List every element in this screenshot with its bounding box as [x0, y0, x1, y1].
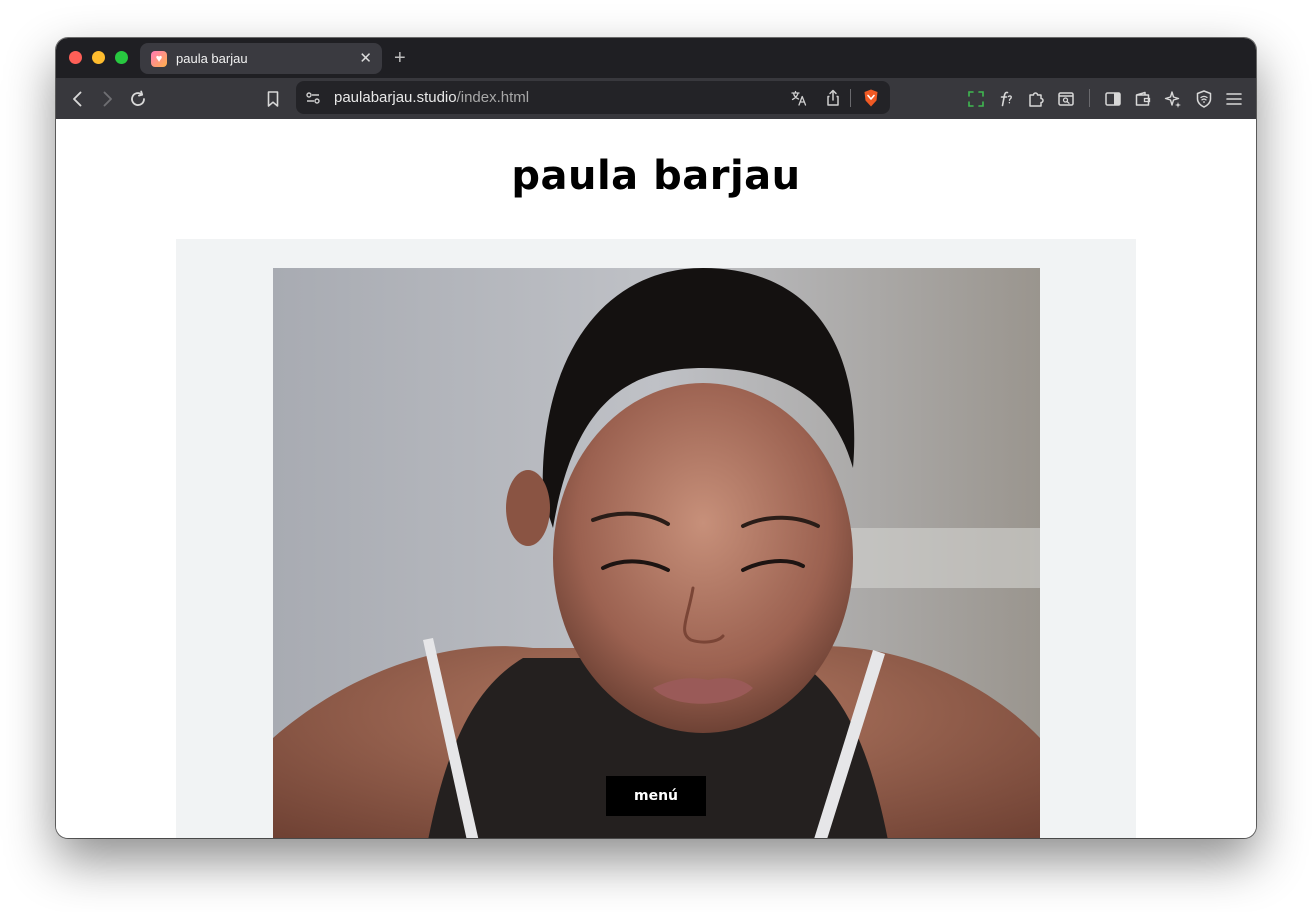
portrait-image [273, 268, 1040, 838]
tab-title: paula barjau [176, 51, 248, 66]
site-settings-icon[interactable] [302, 87, 324, 109]
vpn-icon[interactable] [1193, 88, 1215, 110]
tab-paula-barjau[interactable]: ♥ paula barjau ✕ [140, 43, 382, 74]
brave-shield-icon[interactable] [860, 87, 882, 109]
page-content: paula barjau menú [56, 119, 1256, 838]
forward-arrow-icon[interactable] [96, 88, 118, 110]
toolbar-separator [1089, 89, 1090, 107]
site-favicon-icon: ♥ [151, 50, 167, 67]
tab-strip: ♥ paula barjau ✕ + [56, 38, 1256, 78]
browser-window: ♥ paula barjau ✕ + paulabarjau.studio/in… [56, 38, 1256, 838]
back-arrow-icon[interactable] [67, 88, 89, 110]
window-maximize-button[interactable] [115, 51, 128, 64]
reload-icon[interactable] [127, 88, 149, 110]
share-icon[interactable] [822, 87, 844, 109]
toolbar: paulabarjau.studio/index.html [56, 78, 1256, 119]
font-icon[interactable] [995, 88, 1017, 110]
menu-icon[interactable] [1223, 88, 1245, 110]
new-tab-button[interactable]: + [394, 48, 406, 68]
sidebar-icon[interactable] [1102, 88, 1124, 110]
address-bar[interactable]: paulabarjau.studio/index.html [296, 81, 890, 114]
reader-mode-icon[interactable] [1055, 88, 1077, 110]
screenshot-icon[interactable] [965, 88, 987, 110]
hero-photo [273, 268, 1040, 838]
url-separator [850, 89, 851, 107]
bookmark-icon[interactable] [262, 88, 284, 110]
url-text[interactable]: paulabarjau.studio/index.html [334, 89, 529, 106]
window-close-button[interactable] [69, 51, 82, 64]
leo-ai-icon[interactable] [1162, 88, 1184, 110]
site-title[interactable]: paula barjau [56, 153, 1256, 199]
tab-close-icon[interactable]: ✕ [359, 50, 372, 67]
window-minimize-button[interactable] [92, 51, 105, 64]
translate-icon[interactable] [788, 87, 810, 109]
extensions-icon[interactable] [1025, 88, 1047, 110]
url-domain: paulabarjau.studio [334, 89, 457, 106]
url-path: /index.html [456, 89, 530, 106]
menu-button[interactable]: menú [606, 776, 706, 816]
wallet-icon[interactable] [1132, 88, 1154, 110]
